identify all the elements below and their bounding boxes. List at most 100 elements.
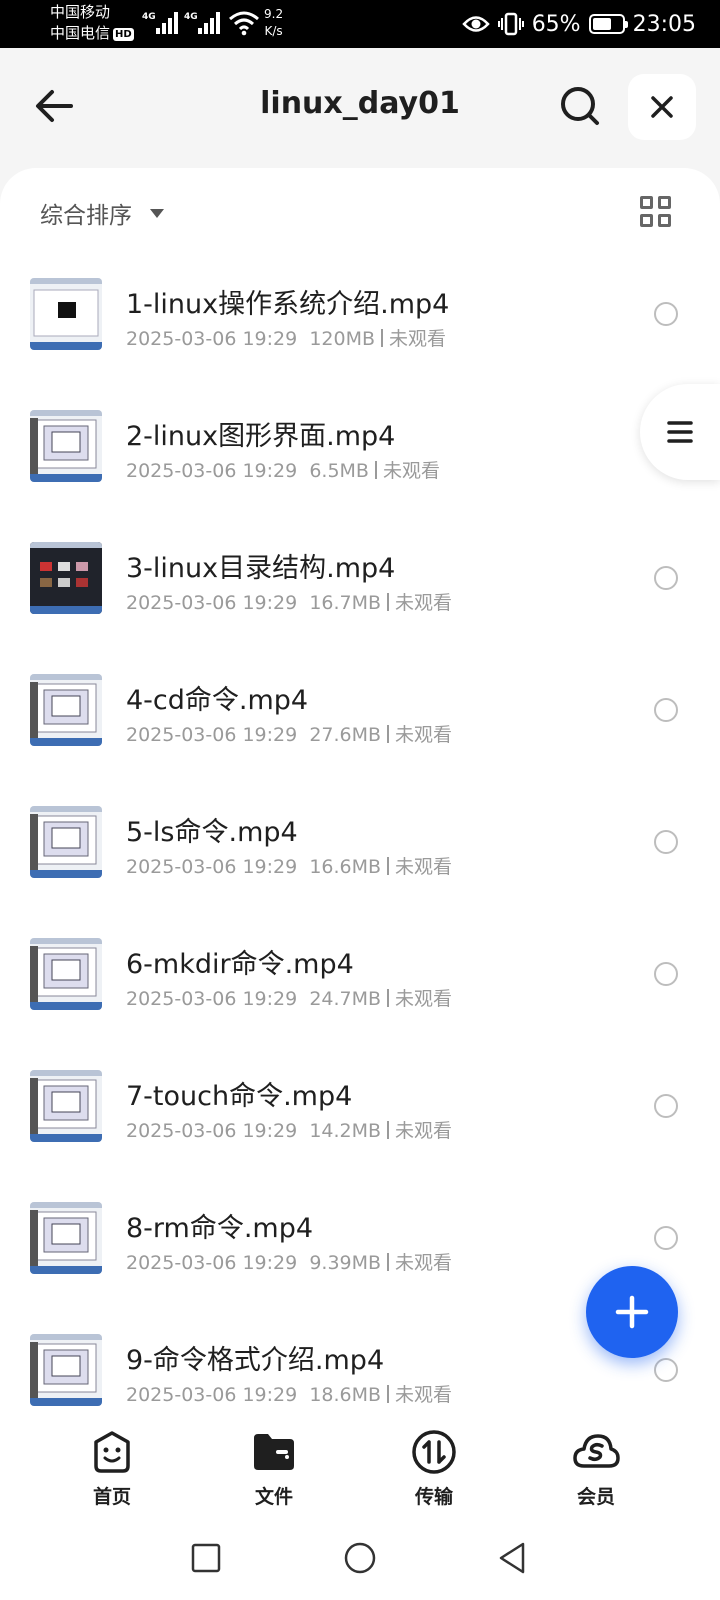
file-date: 2025-03-06 19:29: [126, 1120, 298, 1142]
square-icon: [191, 1543, 221, 1573]
back-nav-button[interactable]: [490, 1536, 534, 1580]
file-date: 2025-03-06 19:29: [126, 592, 298, 614]
hd-badge: HD: [113, 28, 134, 41]
nav-item-transfer[interactable]: 传输: [374, 1428, 494, 1509]
video-thumbnail: [30, 1070, 102, 1142]
file-meta: 2025-03-06 19:29 14.2MB 未观看: [126, 1116, 452, 1143]
net-type-2: 4G: [184, 12, 198, 22]
divider: [387, 725, 390, 743]
plus-icon: [615, 1295, 649, 1329]
file-row[interactable]: 1-linux操作系统介绍.mp4 2025-03-06 19:29 120MB 未…: [0, 260, 720, 392]
eye-icon: [461, 16, 490, 32]
bottom-nav: 首页 文件 传输 会员: [0, 1420, 720, 1516]
carrier-info: 中国移动 中国电信 HD: [50, 2, 134, 44]
file-size: 6.5MB: [309, 460, 369, 482]
file-name: 9-命令格式介绍.mp4: [126, 1345, 385, 1376]
transfer-icon: [412, 1430, 456, 1474]
divider: [381, 329, 384, 347]
carrier-2: 中国电信: [50, 24, 111, 42]
video-thumbnail: [30, 542, 102, 614]
file-meta: 2025-03-06 19:29 24.7MB 未观看: [126, 984, 452, 1011]
divider: [387, 989, 390, 1007]
sort-label: 综合排序: [40, 203, 132, 229]
home-button[interactable]: [338, 1536, 382, 1580]
file-date: 2025-03-06 19:29: [126, 1252, 298, 1274]
select-checkbox[interactable]: [654, 302, 678, 326]
video-thumbnail: [30, 1334, 102, 1406]
select-checkbox[interactable]: [654, 962, 678, 986]
divider: [387, 1253, 390, 1271]
watch-status: 未观看: [395, 724, 453, 746]
select-checkbox[interactable]: [654, 830, 678, 854]
video-thumbnail: [30, 278, 102, 350]
back-button[interactable]: [30, 82, 78, 130]
file-name: 1-linux操作系统介绍.mp4: [126, 289, 450, 320]
system-nav-bar: [0, 1516, 720, 1600]
file-meta: 2025-03-06 19:29 16.7MB 未观看: [126, 588, 452, 615]
file-row[interactable]: 6-mkdir命令.mp4 2025-03-06 19:29 24.7MB 未观看: [0, 920, 720, 1052]
select-checkbox[interactable]: [654, 566, 678, 590]
file-meta: 2025-03-06 19:29 9.39MB 未观看: [126, 1248, 452, 1275]
close-button[interactable]: [628, 74, 696, 140]
file-row[interactable]: 7-touch命令.mp4 2025-03-06 19:29 14.2MB 未观看: [0, 1052, 720, 1184]
net-type-1: 4G: [142, 12, 156, 22]
search-button[interactable]: [556, 82, 604, 130]
file-size: 16.7MB: [309, 592, 382, 614]
select-checkbox[interactable]: [654, 1358, 678, 1382]
file-row[interactable]: 2-linux图形界面.mp4 2025-03-06 19:29 6.5MB 未观看: [0, 392, 720, 524]
signal-icon: 4G: [184, 12, 220, 34]
file-size: 120MB: [309, 328, 376, 350]
file-date: 2025-03-06 19:29: [126, 724, 298, 746]
video-thumbnail: [30, 674, 102, 746]
video-thumbnail: [30, 410, 102, 482]
battery-icon: [588, 14, 628, 34]
nav-item-home[interactable]: 首页: [52, 1428, 172, 1509]
divider: [387, 857, 390, 875]
nav-label-vip: 会员: [576, 1486, 615, 1508]
file-sheet: 综合排序 1-linux操作系统介绍.mp4 2025-03-06 19:29 1…: [0, 168, 720, 1432]
watch-status: 未观看: [395, 1120, 453, 1142]
video-thumbnail: [30, 806, 102, 878]
nav-item-vip[interactable]: 会员: [536, 1428, 656, 1509]
watch-status: 未观看: [395, 856, 453, 878]
video-thumbnail: [30, 1202, 102, 1274]
file-name: 7-touch命令.mp4: [126, 1081, 353, 1112]
net-speed-value: 9.2: [264, 7, 284, 21]
recents-button[interactable]: [184, 1536, 228, 1580]
file-size: 16.6MB: [309, 856, 382, 878]
nav-label-transfer: 传输: [414, 1486, 453, 1508]
page-title: linux_day01: [260, 86, 460, 121]
file-row[interactable]: 3-linux目录结构.mp4 2025-03-06 19:29 16.7MB 未观…: [0, 524, 720, 656]
vibrate-icon: [497, 12, 524, 36]
nav-item-files[interactable]: 文件: [214, 1428, 334, 1509]
triangle-back-icon: [499, 1542, 525, 1574]
network-speed: 9.2 K/s: [264, 6, 283, 40]
header: linux_day01: [0, 48, 720, 168]
battery-percent: 65%: [531, 11, 581, 37]
divider: [387, 593, 390, 611]
divider: [387, 1121, 390, 1139]
file-name: 4-cd命令.mp4: [126, 685, 309, 716]
folder-icon: [254, 1434, 294, 1470]
file-size: 14.2MB: [309, 1120, 382, 1142]
file-row[interactable]: 4-cd命令.mp4 2025-03-06 19:29 27.6MB 未观看: [0, 656, 720, 788]
grid-view-button[interactable]: [640, 196, 674, 230]
watch-status: 未观看: [395, 1384, 453, 1406]
file-date: 2025-03-06 19:29: [126, 328, 298, 350]
file-date: 2025-03-06 19:29: [126, 1384, 298, 1406]
home-smile-icon: [94, 1431, 130, 1473]
sort-dropdown[interactable]: 综合排序: [40, 196, 164, 230]
wifi-icon: [229, 11, 259, 36]
file-meta: 2025-03-06 19:29 27.6MB 未观看: [126, 720, 452, 747]
add-button[interactable]: [586, 1266, 678, 1358]
select-checkbox[interactable]: [654, 1094, 678, 1118]
select-checkbox[interactable]: [654, 698, 678, 722]
file-list: 1-linux操作系统介绍.mp4 2025-03-06 19:29 120MB 未…: [0, 260, 720, 1432]
select-checkbox[interactable]: [654, 1226, 678, 1250]
file-size: 18.6MB: [309, 1384, 382, 1406]
menu-icon: [667, 421, 693, 443]
file-row[interactable]: 5-ls命令.mp4 2025-03-06 19:29 16.6MB 未观看: [0, 788, 720, 920]
file-name: 2-linux图形界面.mp4: [126, 421, 396, 452]
divider: [374, 461, 377, 479]
signal-icon: 4G: [142, 12, 178, 34]
